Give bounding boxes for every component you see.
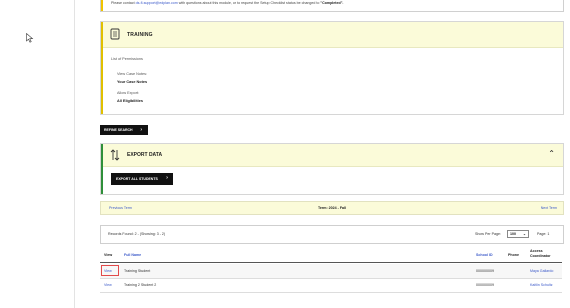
export-header[interactable]: EXPORT DATA ⌃: [103, 144, 563, 167]
page-label: Page: 1: [537, 232, 550, 236]
per-page-select[interactable]: 100 ⌄: [507, 230, 529, 238]
view-link[interactable]: View: [104, 283, 112, 287]
refine-search-button[interactable]: REFINE SEARCH ›: [100, 125, 148, 135]
training-panel: TRAINING List of Permissions View Case N…: [100, 21, 564, 115]
school-id: 000000009: [476, 269, 494, 273]
training-header: TRAINING: [103, 22, 563, 48]
previous-term-link[interactable]: Previous Term: [109, 206, 132, 210]
table-header-divider: [100, 262, 562, 263]
permission-label: Allow Export:: [117, 91, 140, 95]
student-name: Training 2 Student 2: [124, 283, 157, 287]
export-all-students-button[interactable]: EXPORT ALL STUDENTS ›: [111, 173, 173, 185]
chevron-down-icon: ⌄: [522, 232, 526, 236]
coordinator-link[interactable]: Kaitlin Schultz: [530, 283, 553, 287]
export-arrows-icon: [110, 149, 120, 161]
notice-accent: [101, 0, 103, 11]
header-school-id[interactable]: School ID: [476, 253, 493, 257]
chevron-right-icon: ›: [166, 175, 168, 181]
student-name: Training Student: [124, 269, 151, 273]
mouse-cursor-icon: [26, 33, 34, 43]
notice-middle: with questions about this module, or to …: [178, 1, 320, 5]
chevron-right-icon: ›: [140, 127, 142, 133]
permission-label: View Case Notes:: [117, 72, 148, 76]
row-divider: [100, 278, 562, 279]
header-full-name[interactable]: Full Name: [124, 253, 141, 257]
header-access-label: Access: [530, 249, 543, 253]
header-phone: Phone: [508, 253, 519, 257]
permissions-heading: List of Permissions: [111, 57, 143, 61]
next-term-link[interactable]: Next Term: [541, 206, 557, 210]
records-found-text: Records Found: 2 - (Showing: 3 - 2): [108, 232, 166, 236]
current-term: Term: 2024 - Fall: [317, 206, 347, 210]
export-panel: EXPORT DATA ⌃ EXPORT ALL STUDENTS ›: [100, 143, 564, 195]
support-email-link[interactable]: ds-fl-support@edplan.com: [136, 1, 178, 5]
export-title: EXPORT DATA: [127, 152, 163, 158]
notice-text: Please contact ds-fl-support@edplan.com …: [111, 1, 343, 5]
show-per-page-label: Show Per Page:: [475, 232, 501, 236]
export-button-label: EXPORT ALL STUDENTS: [116, 177, 158, 181]
row-divider: [100, 292, 562, 293]
records-summary: Records Found: 2 - (Showing: 3 - 2) Show…: [100, 225, 564, 244]
permission-value: Your Case Notes: [117, 80, 148, 84]
notice-box: Please contact ds-fl-support@edplan.com …: [100, 0, 564, 12]
training-title: TRAINING: [127, 32, 153, 38]
permission-value: All Eligibilities: [117, 99, 143, 103]
coordinator-link[interactable]: Maya Gallardo: [530, 269, 553, 273]
term-navigation-bar: Term: 2024 - Fall Previous Term Next Ter…: [100, 201, 564, 215]
notice-status: "Completed".: [320, 1, 344, 5]
notice-prefix: Please contact: [111, 1, 135, 5]
chevron-up-icon[interactable]: ⌃: [548, 149, 555, 158]
refine-search-label: REFINE SEARCH: [104, 128, 133, 132]
header-coordinator-label: Coordinator: [530, 254, 551, 258]
view-highlight-box: [101, 265, 119, 276]
per-page-value: 100: [510, 232, 516, 236]
header-view: View: [104, 253, 113, 257]
school-id: 000000009: [476, 283, 494, 287]
sidebar-divider: [74, 0, 75, 308]
document-icon: [110, 28, 120, 40]
